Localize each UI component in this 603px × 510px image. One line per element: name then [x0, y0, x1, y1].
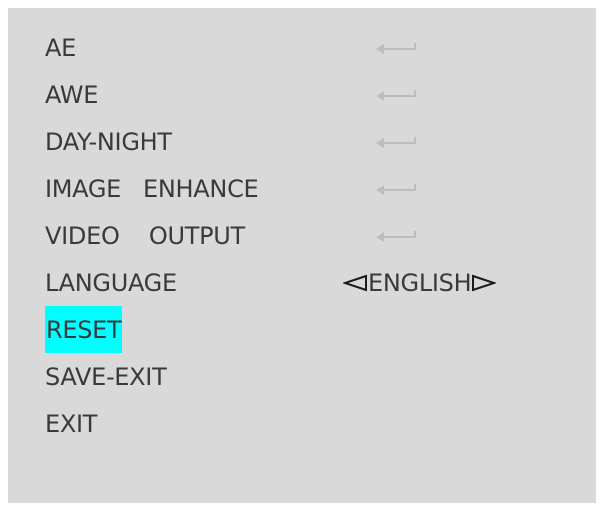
enter-return-arrow-icon	[376, 42, 416, 54]
menu-item-day-night[interactable]: DAY-NIGHT	[8, 118, 596, 165]
osd-menu-panel: AE AWE DAY-NIGHT IMAGE ENHANCE VIDEO OUT…	[8, 8, 596, 503]
menu-item-label: AE	[45, 33, 76, 62]
menu-item-reset[interactable]: RESET	[8, 306, 596, 353]
language-value: ENGLISH	[368, 268, 472, 297]
language-selector[interactable]: ENGLISH	[343, 259, 497, 306]
triangle-right-icon[interactable]	[471, 273, 497, 293]
menu-item-label: RESET	[45, 306, 123, 353]
menu-item-label: VIDEO OUTPUT	[45, 221, 245, 250]
menu-item-label: EXIT	[45, 409, 98, 438]
triangle-left-icon[interactable]	[343, 273, 368, 293]
menu-item-awe[interactable]: AWE	[8, 71, 596, 118]
enter-return-arrow-icon	[376, 183, 416, 195]
menu-item-label: DAY-NIGHT	[45, 127, 172, 156]
menu-item-language[interactable]: LANGUAGE ENGLISH	[8, 259, 596, 306]
menu-item-image-enhance[interactable]: IMAGE ENHANCE	[8, 165, 596, 212]
menu-item-video-output[interactable]: VIDEO OUTPUT	[8, 212, 596, 259]
menu-item-ae[interactable]: AE	[8, 24, 596, 71]
enter-return-arrow-icon	[376, 230, 416, 242]
enter-return-arrow-icon	[376, 89, 416, 101]
menu-item-label: AWE	[45, 80, 99, 109]
menu-item-label: IMAGE ENHANCE	[45, 174, 259, 203]
menu-item-label: SAVE-EXIT	[45, 362, 167, 391]
menu-item-exit[interactable]: EXIT	[8, 400, 596, 447]
menu-item-label: LANGUAGE	[45, 268, 177, 297]
enter-return-arrow-icon	[376, 136, 416, 148]
menu-item-save-exit[interactable]: SAVE-EXIT	[8, 353, 596, 400]
